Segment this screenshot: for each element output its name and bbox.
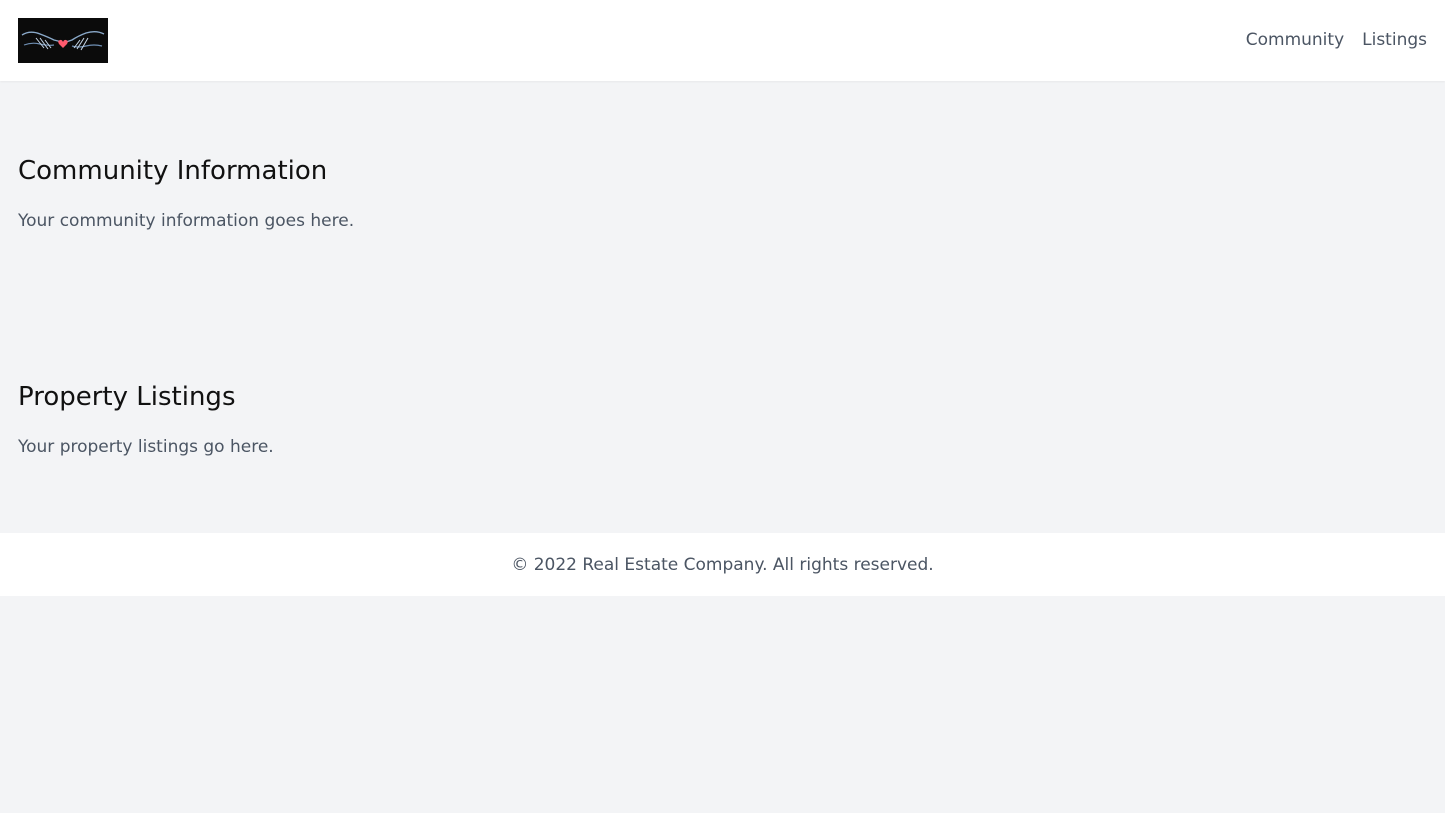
listings-text: Your property listings go here. bbox=[18, 437, 274, 457]
site-footer: © 2022 Real Estate Company. All rights r… bbox=[0, 533, 1445, 596]
listings-heading: Property Listings bbox=[18, 382, 236, 412]
community-heading: Community Information bbox=[18, 156, 328, 186]
main-nav: Community Listings bbox=[1246, 28, 1427, 52]
listings-section: Property Listings Your property listings… bbox=[18, 380, 1427, 457]
nav-link-community[interactable]: Community bbox=[1246, 28, 1344, 52]
site-header: Community Listings bbox=[0, 0, 1445, 81]
community-section: Community Information Your community inf… bbox=[18, 154, 1427, 231]
logo[interactable] bbox=[18, 18, 108, 63]
community-text: Your community information goes here. bbox=[18, 211, 355, 231]
nav-link-listings[interactable]: Listings bbox=[1362, 28, 1427, 52]
logo-hands-heart-icon bbox=[18, 18, 108, 63]
copyright-text: © 2022 Real Estate Company. All rights r… bbox=[511, 554, 934, 575]
